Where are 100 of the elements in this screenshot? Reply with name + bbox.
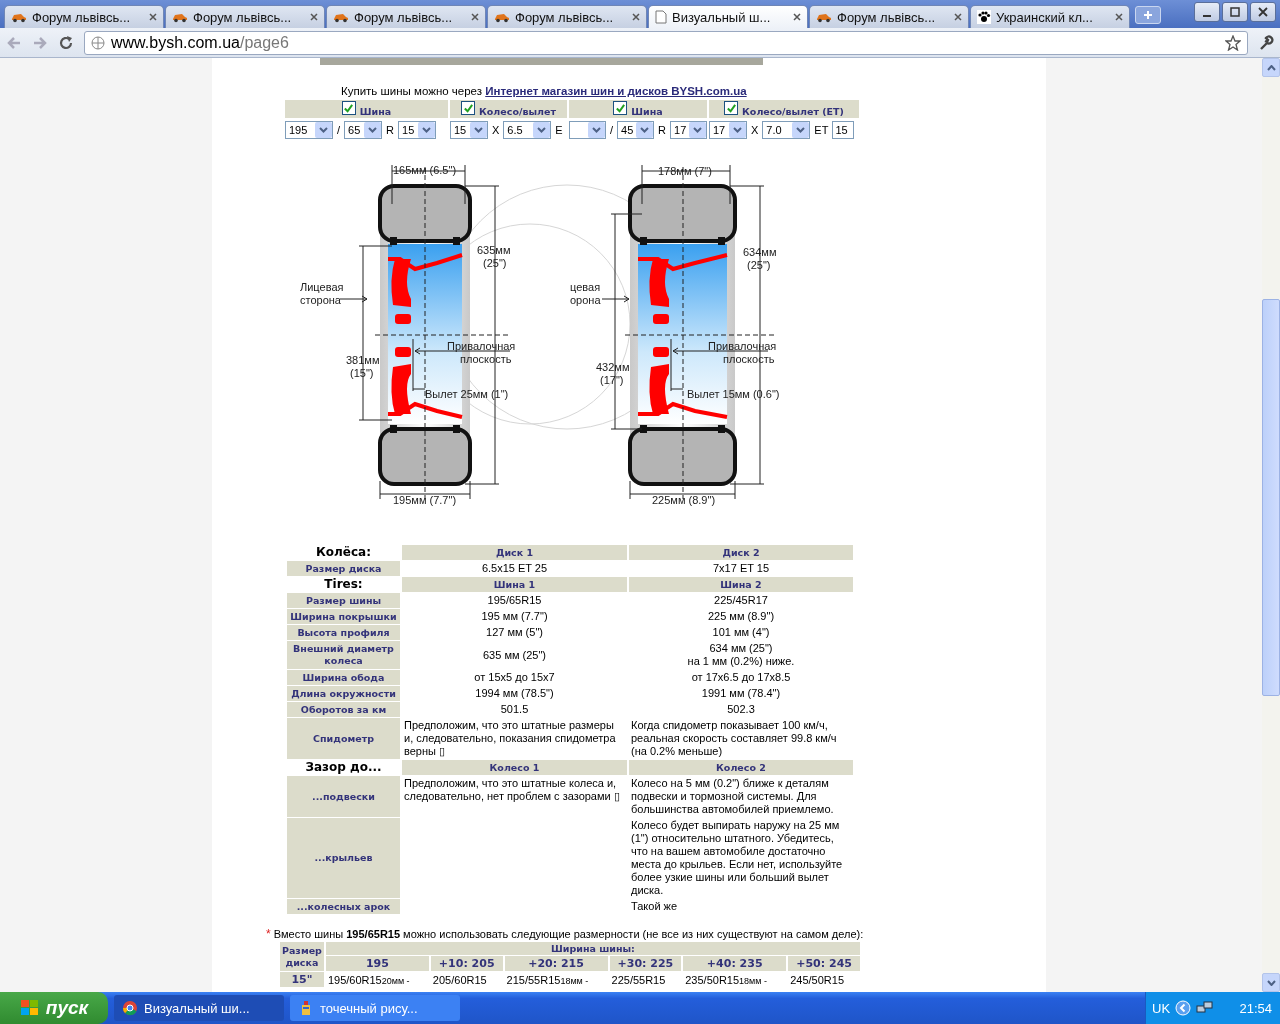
table-cell-text: 6.5x15 ET 25 [480, 561, 549, 576]
table-cell-text: Когда спидометр показывает 100 км/ч, реальная скорость составляет 99.8 км/ч (на 0.2% меньше) [630, 718, 838, 759]
table-cell-text: Предположим, что это штатные размеры и, следовательно, показания спидометра верны ▯ [403, 718, 617, 759]
table-cell-text: 215/55R1518мм - [505, 972, 590, 987]
dropdown[interactable]: 65 [344, 120, 383, 139]
tab-title: Украинский кл... [996, 9, 1094, 25]
network-icon[interactable] [1196, 1000, 1215, 1016]
minimize-button[interactable] [1194, 2, 1220, 22]
close-icon[interactable] [632, 13, 640, 21]
dropdown[interactable]: 6.5 [503, 120, 552, 139]
selector-label: Колесо/вылет [479, 106, 556, 117]
dropdown[interactable] [569, 120, 606, 139]
dimension-label: 195мм (7.7") [393, 494, 457, 506]
row-header: Высота профиля [287, 625, 400, 640]
dropdown[interactable]: 17 [670, 120, 707, 139]
dropdown[interactable]: 17 [709, 120, 747, 139]
address-bar[interactable]: www.bysh.com.ua/page6 [84, 30, 1248, 55]
column-header: +50: 245 [788, 956, 860, 971]
windows-logo-icon [19, 999, 40, 1017]
table-cell-text: 225 мм (8.9") [706, 609, 776, 624]
browser-tab[interactable]: Форум львівсь... [326, 5, 486, 28]
scrollbar[interactable] [1262, 58, 1280, 992]
paw-icon [977, 10, 991, 24]
car-icon [172, 11, 188, 23]
row-header: Размер диска [287, 561, 400, 576]
car-icon [11, 11, 27, 23]
checkbox[interactable] [613, 101, 628, 115]
table-cell-text: Предположим, что это штатные колеса и, следовательно, нет проблем с зазорами ▯ [403, 776, 621, 804]
reload-icon[interactable] [58, 34, 74, 51]
selector-label: Шина [631, 106, 663, 117]
tab-title: Форум львівсь... [32, 9, 132, 25]
close-icon[interactable] [1115, 13, 1123, 21]
star-icon[interactable] [1225, 34, 1241, 51]
scroll-down-button[interactable] [1262, 973, 1280, 992]
browser-tab[interactable]: Форум львівсь... [4, 5, 164, 28]
maximize-icon [1230, 7, 1240, 17]
dimension-label: 178мм (7") [658, 165, 712, 177]
close-icon[interactable] [310, 13, 318, 21]
table-cell-text: 101 мм (4") [711, 625, 771, 640]
browser-icon [122, 1000, 138, 1016]
dropdown[interactable]: 45 [617, 120, 655, 139]
url-host: www.bysh.com.ua [111, 33, 240, 51]
browser-tab[interactable]: Форум львівсь... [165, 5, 325, 28]
separator-text: X [491, 123, 501, 136]
table-cell-text: 7x17 ET 15 [711, 561, 771, 576]
clock: 21:54 [1239, 1000, 1272, 1016]
column-header: Шина 1 [402, 577, 627, 592]
dimension-label: 635мм (25") [477, 244, 511, 269]
browser-tab[interactable]: Форум львівсь... [809, 5, 969, 28]
dropdown[interactable]: 195 [285, 120, 333, 139]
column-header: +30: 225 [609, 956, 682, 971]
scroll-up-button[interactable] [1262, 58, 1280, 77]
dimension-label: 432мм (17") [596, 361, 630, 386]
maximize-button[interactable] [1222, 2, 1248, 22]
column-header: Колесо 2 [629, 760, 853, 775]
section-title: Колёса: [315, 545, 372, 560]
taskbar-button[interactable]: точечный рису... [290, 995, 460, 1021]
scrollbar-thumb[interactable] [1262, 299, 1280, 696]
mounting-surface-label: Привалочная плоскость [708, 340, 777, 365]
checkbox[interactable] [461, 101, 476, 115]
table-cell-text: 635 мм (25") [481, 647, 548, 663]
dropdown[interactable]: 7.0 [762, 120, 811, 139]
dimension-label: 165мм (6.5") [393, 164, 457, 176]
close-window-button[interactable] [1250, 2, 1276, 22]
car-icon [333, 11, 349, 23]
tab-title: Форум львівсь... [837, 9, 937, 25]
url-path: /page6 [239, 33, 289, 51]
shop-link[interactable]: Интернет магазин шин и дисков BYSH.com.ua [485, 85, 747, 97]
browser-tab[interactable]: Украинский кл... [970, 5, 1130, 28]
browser-tab[interactable]: Форум львівсь... [487, 5, 647, 28]
column-header: Диск 1 [402, 545, 627, 560]
wrench-icon[interactable] [1258, 34, 1274, 51]
dropdown[interactable]: 15 [450, 120, 488, 139]
table-cell-text: 205/60R15 [431, 972, 488, 987]
dimension-label: 381мм (15") [346, 354, 380, 379]
close-icon[interactable] [149, 13, 157, 21]
column-header: Шина 2 [629, 577, 853, 592]
dropdown[interactable]: 15 [398, 120, 436, 139]
checkbox[interactable] [341, 101, 356, 115]
face-side-label: Лицевая сторона [300, 281, 344, 306]
selector-label: Шина [359, 106, 392, 117]
close-icon[interactable] [793, 13, 801, 21]
section-title: Tires: [323, 577, 364, 592]
table-cell-text: 1994 мм (78.5") [474, 686, 555, 701]
taskbar-button[interactable]: Визуальный ши... [114, 995, 284, 1021]
row-header: Ширина обода [287, 670, 400, 685]
close-icon[interactable] [471, 13, 479, 21]
separator-text: R [657, 123, 667, 136]
input-field[interactable]: 15 [832, 120, 855, 139]
car-icon [816, 11, 832, 23]
browser-tab[interactable]: Визуальный ш... [648, 5, 808, 28]
checkbox[interactable] [724, 101, 739, 115]
close-icon[interactable] [954, 13, 962, 21]
column-header: 195 [325, 956, 429, 971]
chevron-left-icon[interactable] [1175, 1000, 1192, 1016]
row-header: ...крыльев [287, 818, 400, 898]
row-header: Спидометр [287, 718, 400, 759]
table-cell-text: 502.3 [726, 702, 756, 717]
start-button[interactable]: пуск [0, 992, 108, 1024]
table-cell-text: 195/60R1520мм - [326, 972, 411, 987]
